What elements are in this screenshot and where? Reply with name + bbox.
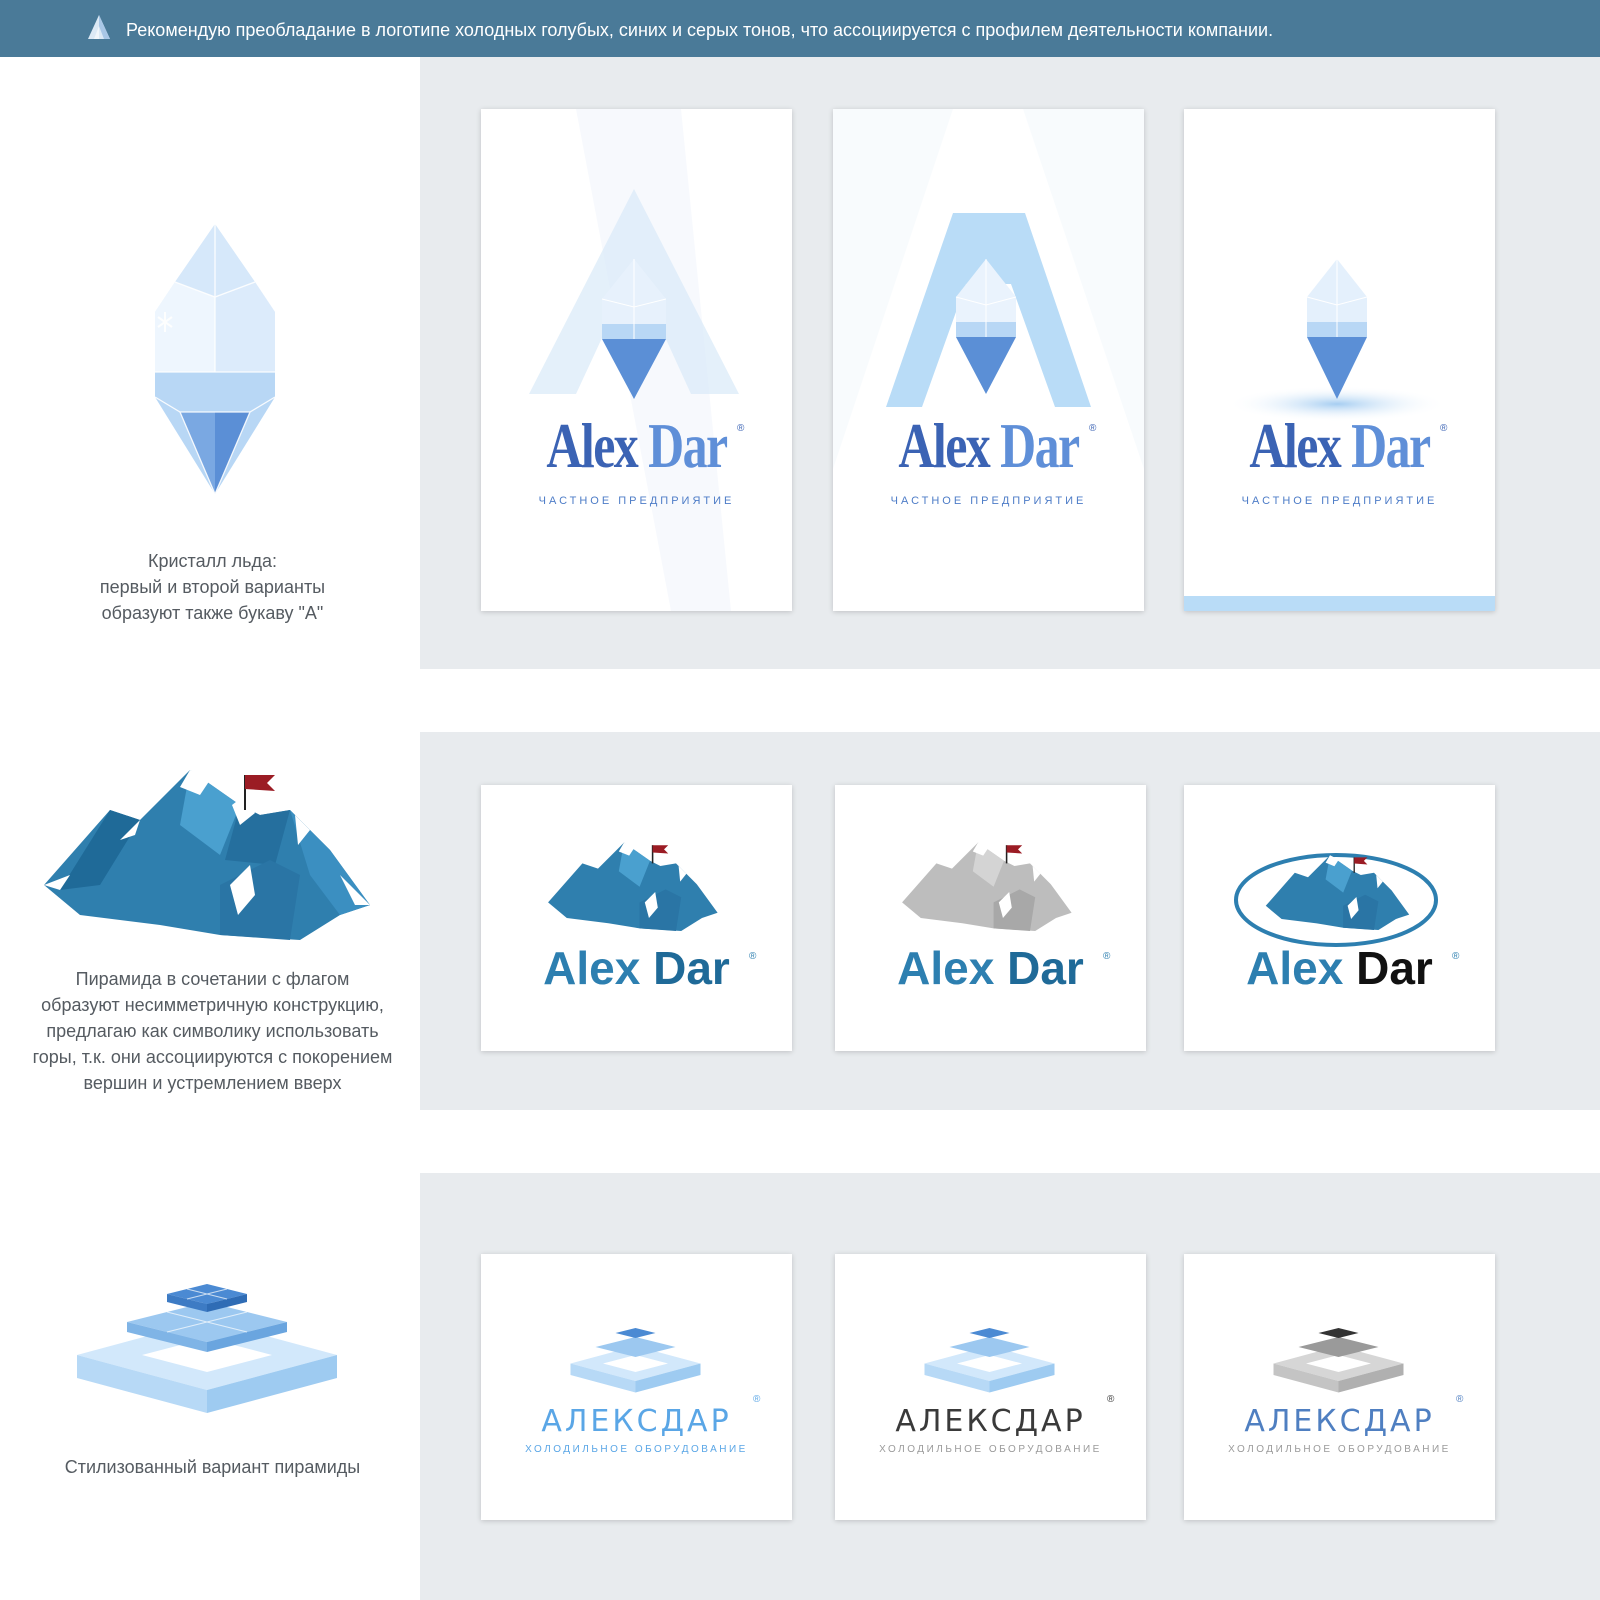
brand-name: Alex Dar	[481, 941, 792, 995]
caption-line: Пирамида в сочетании с флагом	[75, 969, 350, 989]
pyramid-blue-logo-icon	[924, 1328, 1055, 1393]
brand-subtitle: ЧАСТНОЕ ПРЕДПРИЯТИЕ	[538, 495, 735, 507]
registered-mark: ®	[1456, 1394, 1464, 1405]
registered-mark: ®	[737, 423, 745, 434]
registered-mark: ®	[1440, 423, 1448, 434]
logo-card-mountain-oval[interactable]: Alex Dar ®	[1184, 785, 1495, 1051]
ice-crystal-icon	[154, 224, 276, 496]
brand-name-dar: Dar	[1356, 942, 1433, 994]
logo-card-mountain-blue[interactable]: Alex Dar ®	[481, 785, 792, 1051]
brand-subtitle: ЧАСТНОЕ ПРЕДПРИЯТИЕ	[1241, 495, 1438, 507]
mountain-oval-logo-icon	[1234, 853, 1438, 947]
crystal-icon	[88, 15, 110, 39]
caption-line: Стилизованный вариант пирамиды	[64, 1457, 361, 1477]
brand-name-dar: Dar	[648, 410, 728, 481]
brand-name-dar: Dar	[1000, 410, 1080, 481]
registered-mark: ®	[1103, 951, 1111, 962]
section-2-caption: Пирамида в сочетании с флагом образуют н…	[0, 966, 425, 1096]
brand-name-alex: Alex	[1249, 410, 1341, 481]
mountain-flag-icon	[44, 770, 370, 940]
brand-name-alex: Alex	[1246, 942, 1344, 994]
brand-name: Alex Dar	[867, 409, 1110, 483]
crystal-a-solid-logo-icon	[833, 109, 1144, 469]
brand-name-alex: Alex	[546, 410, 638, 481]
registered-mark: ®	[1107, 1394, 1115, 1405]
brand-name-alex: Alex	[543, 942, 641, 994]
pyramid-gray-logo-icon	[1273, 1328, 1404, 1393]
mountain-logo-icon	[548, 842, 718, 931]
brand-name: АЛЕКСДАР	[1244, 1404, 1435, 1439]
stepped-pyramid-icon	[77, 1284, 337, 1413]
caption-line: Кристалл льда:	[147, 551, 277, 571]
crystal-a-logo-icon	[529, 109, 739, 611]
brand-name: Alex Dar	[1184, 941, 1495, 995]
brand-name-dar: Dar	[1351, 410, 1431, 481]
logo-card-pyramid-gray[interactable]: АЛЕКСДАР ® ХОЛОДИЛЬНОЕ ОБОРУДОВАНИЕ	[1184, 1254, 1495, 1520]
brand-name: Alex Dar	[1218, 409, 1461, 483]
logo-card-pyramid-blue[interactable]: АЛЕКСДАР ® ХОЛОДИЛЬНОЕ ОБОРУДОВАНИЕ	[481, 1254, 792, 1520]
caption-line: первый и второй варианты	[99, 577, 326, 597]
brand-name-alex: Alex	[898, 410, 990, 481]
mountain-gray-logo-icon	[902, 842, 1072, 931]
brand-name-alex: Alex	[897, 942, 995, 994]
logo-card-crystal-light-a[interactable]: Alex Dar ® ЧАСТНОЕ ПРЕДПРИЯТИЕ	[481, 109, 792, 611]
logo-card-pyramid-dark[interactable]: АЛЕКСДАР ® ХОЛОДИЛЬНОЕ ОБОРУДОВАНИЕ	[835, 1254, 1146, 1520]
banner-text: Рекомендую преобладание в логотипе холод…	[126, 20, 1274, 40]
registered-mark: ®	[753, 1394, 761, 1405]
brand-name-dar: Dar	[1007, 942, 1084, 994]
brand-subtitle: ЧАСТНОЕ ПРЕДПРИЯТИЕ	[890, 495, 1087, 507]
logo-card-crystal-solid-a[interactable]: Alex Dar ® ЧАСТНОЕ ПРЕДПРИЯТИЕ	[833, 109, 1144, 611]
pyramid-blue-logo-icon	[570, 1328, 701, 1393]
logo-card-crystal-glow[interactable]: Alex Dar ® ЧАСТНОЕ ПРЕДПРИЯТИЕ	[1184, 109, 1495, 611]
brand-name: АЛЕКСДАР	[541, 1404, 732, 1439]
registered-mark: ®	[1089, 423, 1097, 434]
brand-name: Alex Dar	[515, 409, 758, 483]
brand-name-dar: Dar	[653, 942, 730, 994]
caption-line: предлагаю как символику использовать	[46, 1021, 379, 1041]
crystal-glow-logo-icon	[1184, 259, 1495, 611]
brand-subtitle: ХОЛОДИЛЬНОЕ ОБОРУДОВАНИЕ	[525, 1444, 748, 1455]
brand-name: Alex Dar	[835, 941, 1146, 995]
logo-card-mountain-gray[interactable]: Alex Dar ®	[835, 785, 1146, 1051]
brand-name: АЛЕКСДАР	[895, 1404, 1086, 1439]
brand-subtitle: ХОЛОДИЛЬНОЕ ОБОРУДОВАНИЕ	[1228, 1444, 1451, 1455]
brand-subtitle: ХОЛОДИЛЬНОЕ ОБОРУДОВАНИЕ	[879, 1444, 1102, 1455]
caption-line: вершин и устремлением вверх	[83, 1073, 342, 1093]
section-1-caption: Кристалл льда: первый и второй варианты …	[0, 548, 425, 626]
caption-line: образуют также букаву "А"	[101, 603, 324, 623]
caption-line: образуют несимметричную конструкцию,	[41, 995, 384, 1015]
top-banner: Рекомендую преобладание в логотипе холод…	[0, 0, 1600, 57]
section-3-caption: Стилизованный вариант пирамиды	[0, 1454, 425, 1480]
registered-mark: ®	[1452, 951, 1460, 962]
caption-line: горы, т.к. они ассоциируются с покорение…	[32, 1047, 393, 1067]
registered-mark: ®	[749, 951, 757, 962]
